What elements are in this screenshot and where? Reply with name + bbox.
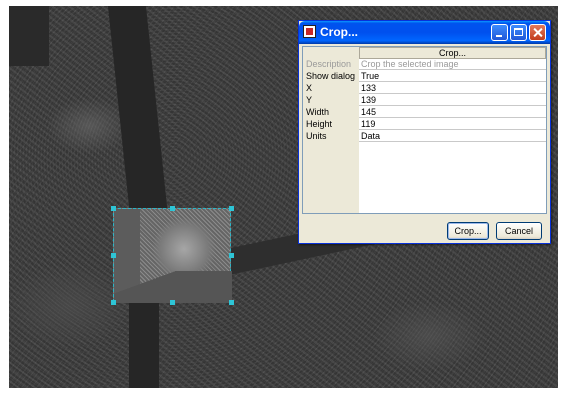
selection-handle-top[interactable] — [170, 206, 175, 211]
close-icon[interactable] — [529, 24, 546, 41]
selection-handle-bl[interactable] — [111, 300, 116, 305]
title-bar[interactable]: Crop... — [299, 21, 550, 44]
selection-handle-tr[interactable] — [229, 206, 234, 211]
property-key: X — [306, 83, 313, 93]
property-row-y[interactable]: Y 139 — [303, 95, 546, 106]
minimize-icon[interactable] — [491, 24, 508, 41]
property-key: Show dialog — [306, 71, 356, 81]
row-divider — [359, 81, 546, 82]
crop-button[interactable]: Crop... — [447, 222, 489, 240]
property-key: Width — [306, 107, 330, 117]
maximize-icon[interactable] — [510, 24, 527, 41]
app-icon[interactable] — [303, 25, 316, 38]
crop-dialog: Crop... Crop... Description Crop the sel… — [298, 20, 551, 244]
property-row-units[interactable]: Units Data — [303, 131, 546, 142]
property-key: Description — [306, 59, 352, 69]
water-corner — [9, 6, 49, 66]
property-grid: Crop... Description Crop the selected im… — [302, 46, 547, 214]
selection-harbor — [114, 271, 232, 303]
property-row-width[interactable]: Width 145 — [303, 107, 546, 118]
property-grid-header: Crop... — [359, 47, 546, 59]
property-key: Y — [306, 95, 313, 105]
cancel-button[interactable]: Cancel — [496, 222, 542, 240]
dialog-title: Crop... — [320, 25, 358, 39]
property-row-height[interactable]: Height 119 — [303, 119, 546, 130]
row-divider — [359, 105, 546, 106]
selection-handle-left[interactable] — [111, 253, 116, 258]
property-row-show-dialog[interactable]: Show dialog True — [303, 71, 546, 82]
property-key: Height — [306, 119, 333, 129]
property-key: Units — [306, 131, 327, 141]
row-divider — [359, 93, 546, 94]
property-row-description[interactable]: Description Crop the selected image — [303, 59, 546, 70]
row-divider — [359, 69, 546, 70]
property-row-x[interactable]: X 133 — [303, 83, 546, 94]
crop-selection[interactable] — [113, 208, 232, 303]
row-divider — [359, 141, 546, 142]
selection-handle-bottom[interactable] — [170, 300, 175, 305]
selection-handle-tl[interactable] — [111, 206, 116, 211]
selection-handle-br[interactable] — [229, 300, 234, 305]
selection-handle-right[interactable] — [229, 253, 234, 258]
row-divider — [359, 117, 546, 118]
row-divider — [359, 129, 546, 130]
